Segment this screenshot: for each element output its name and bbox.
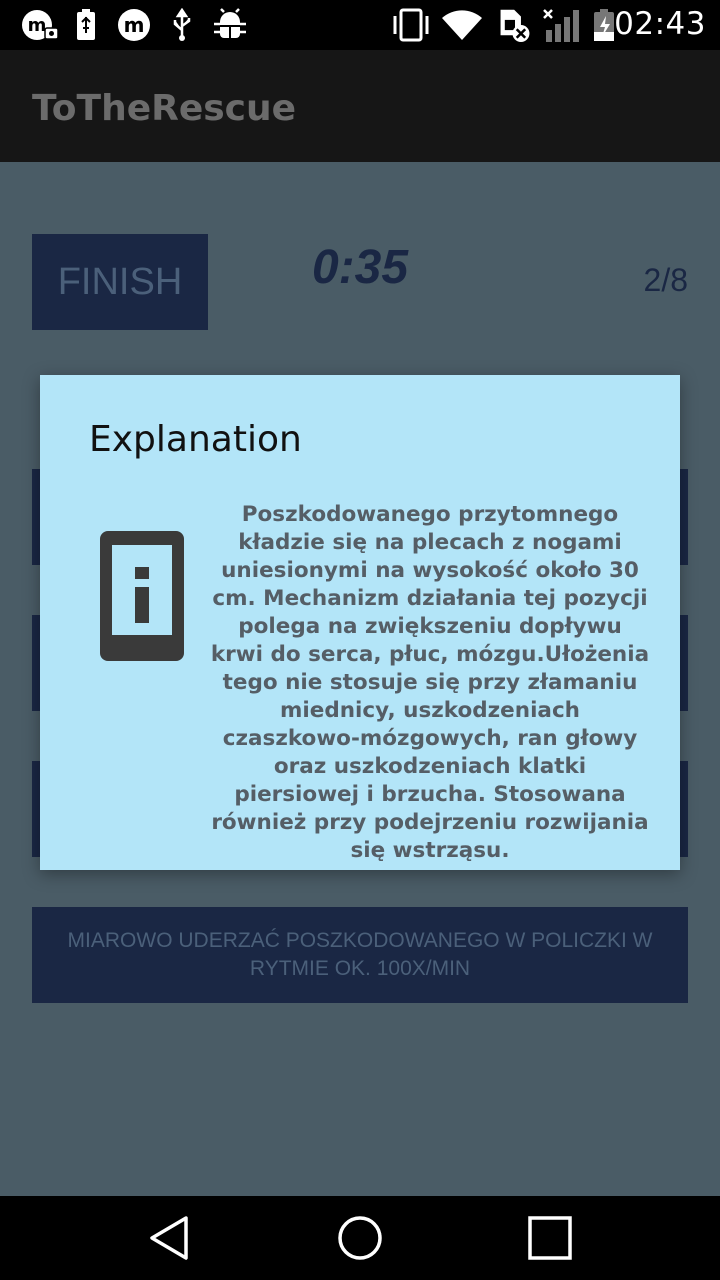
app-title: ToTheRescue [32, 88, 297, 129]
battery-charging-icon [594, 9, 614, 41]
home-icon[interactable] [336, 1214, 384, 1262]
sim-error-icon [500, 9, 530, 42]
dialog-title: Explanation [89, 419, 302, 460]
timer: 0:35 [311, 241, 409, 294]
wifi-icon [442, 10, 482, 40]
question-progress: 2/8 [643, 262, 688, 298]
answer-button-4[interactable]: MIAROWO UDERZAĆ POSZKODOWANEGO W POLICZK… [32, 907, 688, 1003]
status-bar: m m 02:43 [0, 0, 720, 50]
navigation-bar [0, 1196, 720, 1280]
back-icon[interactable] [146, 1214, 194, 1262]
status-time: 02:43 [614, 6, 706, 42]
signal-icon [543, 9, 579, 42]
dialog-message: Poszkodowanego przytomnego kładzie się n… [210, 502, 650, 863]
vibrate-icon [393, 8, 429, 42]
android-debug-icon [214, 8, 246, 38]
info-icon [100, 531, 184, 661]
recents-icon[interactable] [526, 1214, 574, 1262]
usb-battery-icon [77, 9, 95, 40]
svg-text:m: m [28, 15, 47, 36]
svg-text:m: m [124, 13, 145, 37]
m-notification-icon: m [118, 9, 150, 41]
finish-button[interactable]: FINISH [32, 234, 208, 330]
usb-icon [173, 8, 191, 41]
app-bar: ToTheRescue [0, 50, 720, 162]
m-camera-notification-icon: m [22, 10, 59, 40]
explanation-dialog[interactable]: Explanation Poszkodowanego przytomnego k… [40, 375, 680, 870]
